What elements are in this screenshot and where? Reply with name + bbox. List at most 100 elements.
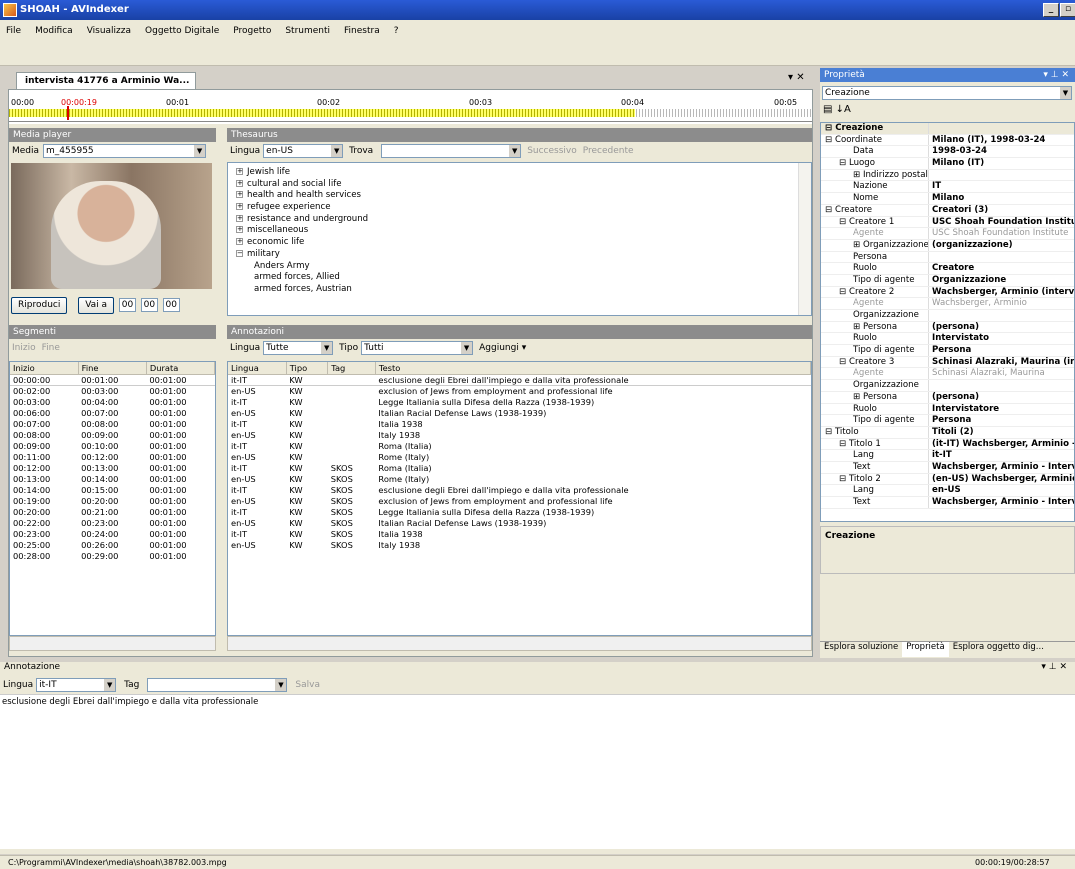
table-row[interactable]: 00:00:00 00:01:00 00:01:00 <box>10 373 215 386</box>
tree-node[interactable]: + Jewish life <box>228 167 811 179</box>
collapse-icon[interactable]: ⊟ <box>825 427 835 437</box>
property-value[interactable]: 1998-03-24 <box>929 146 1074 157</box>
property-value[interactable]: USC Shoah Foundation Institu <box>929 217 1074 228</box>
property-row[interactable]: ⊟ Titolo 1 (it-IT) Wachsberger, Arminio - <box>821 438 1074 451</box>
goto-minutes[interactable]: 00 <box>140 298 158 312</box>
property-value[interactable]: en-US <box>929 485 1074 496</box>
column-header[interactable]: Fine <box>78 362 147 375</box>
property-value[interactable]: Wachsberger, Arminio <box>929 298 1074 309</box>
expand-icon[interactable]: ⊞ <box>853 392 863 402</box>
table-row[interactable]: 00:07:00 00:08:00 00:01:00 <box>10 418 215 429</box>
collapse-icon[interactable]: ⊟ <box>839 287 849 297</box>
property-row[interactable]: ⊞ Persona (persona) <box>821 321 1074 334</box>
expand-icon[interactable]: + <box>236 179 243 187</box>
property-row[interactable]: ⊟ Creazione <box>821 123 1074 135</box>
table-row[interactable]: en-US KW SKOS Italian Racial Defense Laws (… <box>228 517 811 528</box>
property-row[interactable]: Tipo di agente Organizzazione <box>821 274 1074 287</box>
table-row[interactable]: 00:22:00 00:23:00 00:01:00 <box>10 517 215 528</box>
table-row[interactable]: en-US KW SKOS Rome (Italy) <box>228 473 811 484</box>
tree-child-node[interactable]: Anders Army <box>228 261 811 273</box>
property-value[interactable]: (en-US) Wachsberger, Arminio <box>929 474 1074 485</box>
expand-icon[interactable]: + <box>236 226 243 234</box>
column-header[interactable]: Testo <box>375 362 811 375</box>
property-value[interactable]: IT <box>929 181 1074 192</box>
menu-strumenti[interactable]: Strumenti <box>285 26 330 36</box>
property-row[interactable]: ⊞ Persona (persona) <box>821 391 1074 404</box>
menu-help[interactable]: ? <box>394 26 399 36</box>
property-grid[interactable]: ⊟ Creazione ⊟ Coordinate Milano (IT), 1998… <box>820 122 1075 522</box>
property-value[interactable] <box>929 170 1074 181</box>
collapse-icon[interactable]: − <box>236 249 243 257</box>
column-header[interactable]: Inizio <box>10 362 79 375</box>
property-value[interactable] <box>929 380 1074 391</box>
table-row[interactable]: 00:12:00 00:13:00 00:01:00 <box>10 462 215 473</box>
maximize-button[interactable]: ▫ <box>1060 3 1075 17</box>
timeline[interactable]: 00:00 00:00:19 00:01 00:02 00:03 00:04 0… <box>9 90 812 124</box>
property-value[interactable] <box>929 252 1074 263</box>
segments-table[interactable]: Inizio Fine Durata 00:00:00 00:01:00 00:01:00… <box>9 361 216 636</box>
annotations-table[interactable]: Lingua Tipo Tag Testo it-IT KW esclusione degl… <box>227 361 812 636</box>
expand-icon[interactable]: ⊞ <box>853 240 863 250</box>
find-input[interactable]: ▼ <box>381 144 522 158</box>
menu-visualizza[interactable]: Visualizza <box>87 26 131 36</box>
property-row[interactable]: Organizzazione <box>821 380 1074 392</box>
tree-node[interactable]: + economic life <box>228 237 811 249</box>
properties-object-select[interactable]: Creazione ▼ <box>822 86 1072 100</box>
collapse-icon[interactable]: ⊟ <box>825 205 835 215</box>
property-value[interactable]: Wachsberger, Arminio (intervis <box>929 287 1074 298</box>
expand-icon[interactable]: ⊞ <box>853 322 863 332</box>
property-value[interactable]: Schinasi Alazraki, Maurina <box>929 368 1074 379</box>
property-value[interactable] <box>929 310 1074 321</box>
property-value[interactable]: Intervistatore <box>929 404 1074 415</box>
property-value[interactable]: Milano (IT), 1998-03-24 <box>929 135 1074 146</box>
media-select[interactable]: m_455955 (http://avdl.sns.it/fedora▼ <box>43 144 207 158</box>
tree-child-node[interactable]: armed forces, Allied <box>228 272 811 284</box>
thesaurus-tree[interactable]: + Jewish life + cultural and social life + he… <box>227 162 812 316</box>
property-value[interactable]: Creatori (3) <box>929 205 1074 216</box>
table-row[interactable]: en-US KW Italian Racial Defense Laws (1938… <box>228 407 811 418</box>
property-value[interactable]: Titoli (2) <box>929 427 1074 438</box>
table-row[interactable]: 00:13:00 00:14:00 00:01:00 <box>10 473 215 484</box>
sort-az-icon[interactable]: ↓A <box>836 104 851 115</box>
tree-node[interactable]: + cultural and social life <box>228 179 811 191</box>
property-value[interactable]: Wachsberger, Arminio - Interv <box>929 462 1074 473</box>
menu-progetto[interactable]: Progetto <box>233 26 271 36</box>
segment-start-button[interactable]: Inizio <box>12 343 36 353</box>
property-value[interactable]: Wachsberger, Arminio - Interv <box>929 497 1074 508</box>
table-row[interactable]: 00:09:00 00:10:00 00:01:00 <box>10 440 215 451</box>
expand-icon[interactable]: + <box>236 238 243 246</box>
table-row[interactable]: it-IT KW SKOS Roma (Italia) <box>228 462 811 473</box>
annotations-type-select[interactable]: Tutti ▼ <box>361 341 474 355</box>
property-row[interactable]: ⊟ Creatore 3 Schinasi Alazraki, Maurina (… <box>821 356 1074 369</box>
table-row[interactable]: 00:28:00 00:29:00 00:01:00 <box>10 550 215 561</box>
table-row[interactable]: it-IT KW Roma (Italia) <box>228 440 811 451</box>
property-row[interactable]: ⊟ Titolo 2 (en-US) Wachsberger, Arminio <box>821 473 1074 486</box>
tree-node[interactable]: + resistance and underground <box>228 214 811 226</box>
table-row[interactable]: 00:11:00 00:12:00 00:01:00 <box>10 451 215 462</box>
table-row[interactable]: it-IT KW SKOS esclusione degli Ebrei dall'i… <box>228 484 811 495</box>
column-header[interactable]: Tag <box>327 362 376 375</box>
column-header[interactable]: Tipo <box>286 362 329 375</box>
table-row[interactable]: 00:03:00 00:04:00 00:01:00 <box>10 396 215 407</box>
property-row[interactable]: Agente USC Shoah Foundation Institute <box>821 228 1074 240</box>
collapse-icon[interactable]: ⊟ <box>839 217 849 227</box>
next-button[interactable]: Successivo <box>527 146 577 156</box>
collapse-icon[interactable]: ⊟ <box>839 158 849 168</box>
tab-properties[interactable]: Proprietà <box>902 642 949 657</box>
table-row[interactable]: 00:25:00 00:26:00 00:01:00 <box>10 539 215 550</box>
collapse-icon[interactable]: ⊟ <box>825 123 835 133</box>
property-row[interactable]: Data 1998-03-24 <box>821 146 1074 159</box>
property-value[interactable]: USC Shoah Foundation Institute <box>929 228 1074 239</box>
expand-icon[interactable]: + <box>236 168 243 175</box>
annotations-hscroll[interactable] <box>227 636 812 651</box>
categorized-icon[interactable]: ▤ <box>823 104 832 115</box>
goto-seconds[interactable]: 00 <box>162 298 180 312</box>
property-row[interactable]: ⊞ Organizzazione (organizzazione) <box>821 239 1074 252</box>
table-row[interactable]: 00:23:00 00:24:00 00:01:00 <box>10 528 215 539</box>
add-annotation-button[interactable]: Aggiungi ▾ <box>479 343 526 353</box>
play-button[interactable]: Riproduci <box>11 297 68 314</box>
timeline-selection[interactable] <box>9 109 636 117</box>
table-row[interactable]: en-US KW exclusion of Jews from employment… <box>228 385 811 396</box>
annotations-lang-select[interactable]: Tutte ▼ <box>263 341 334 355</box>
tab-digital-object-explorer[interactable]: Esplora oggetto dig... <box>949 642 1048 657</box>
